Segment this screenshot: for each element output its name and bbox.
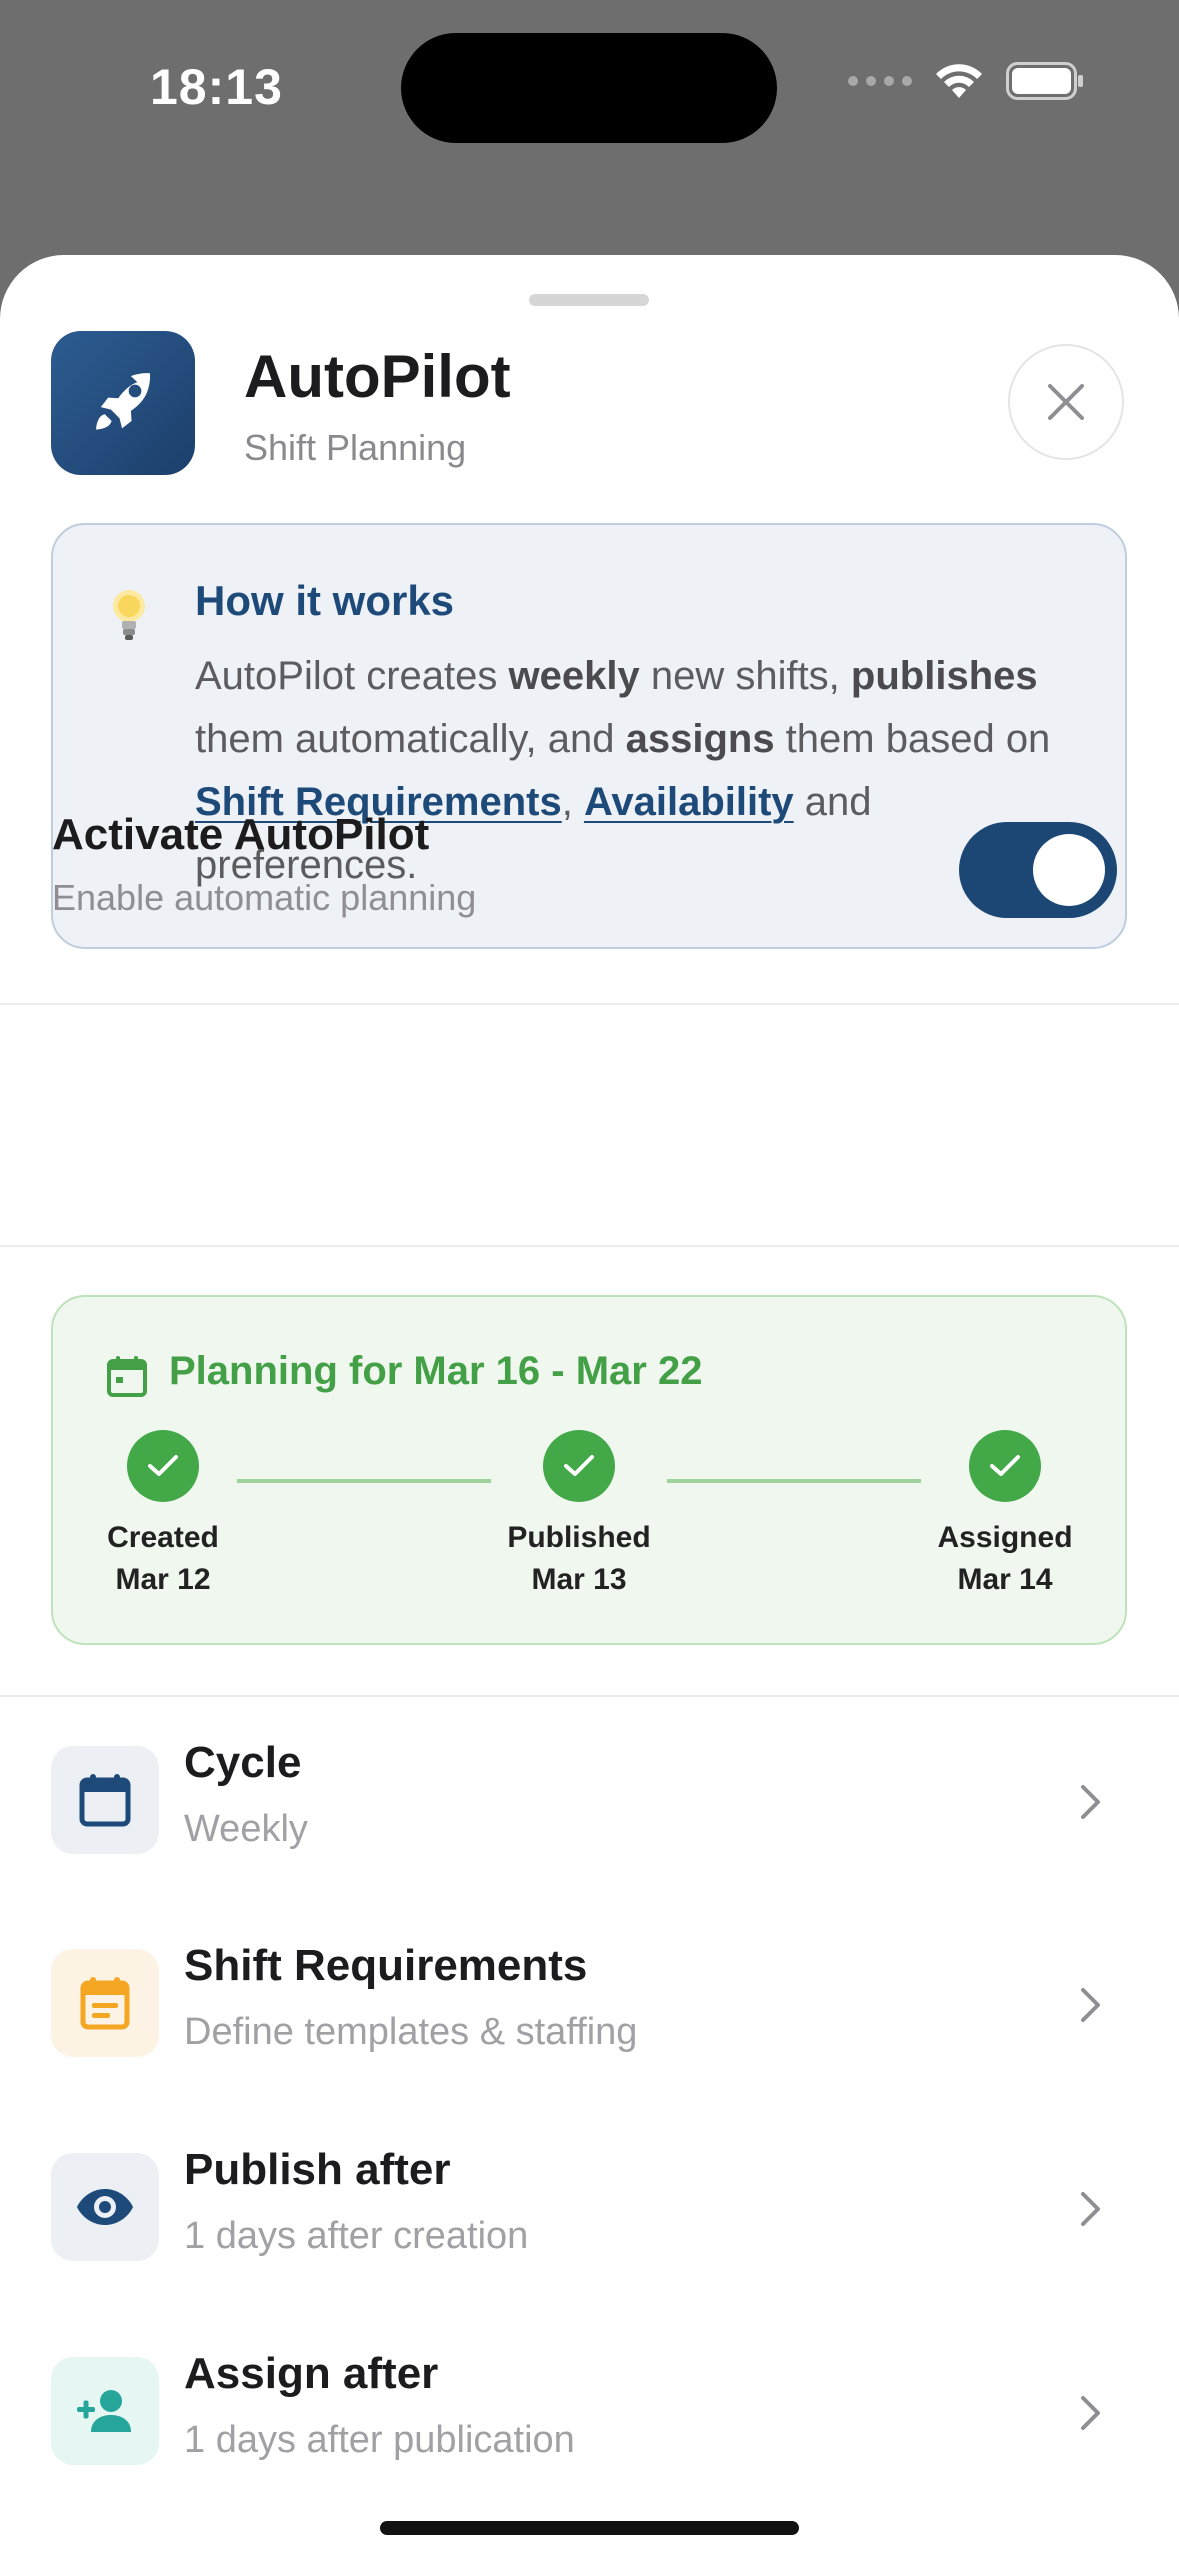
chevron-right-icon xyxy=(1081,2192,1100,2226)
cycle-icon-tile xyxy=(51,1746,159,1854)
publish-icon-tile xyxy=(51,2153,159,2261)
info-text-part: , xyxy=(561,780,584,824)
dynamic-island xyxy=(401,33,777,143)
settings-row-shift-requirements[interactable]: Shift Requirements Define templates & st… xyxy=(0,1941,1179,2149)
availability-link[interactable]: Availability xyxy=(584,780,794,824)
check-icon xyxy=(564,1455,594,1476)
activate-title: Activate AutoPilot xyxy=(52,810,430,859)
row-title: Shift Requirements xyxy=(184,1941,588,1990)
eye-icon xyxy=(77,2189,133,2225)
divider xyxy=(0,1003,1179,1005)
chevron-right-icon xyxy=(1081,2396,1100,2430)
app-icon xyxy=(51,331,195,475)
planning-title: Planning for Mar 16 - Mar 22 xyxy=(169,1349,703,1393)
person-add-icon xyxy=(77,2390,131,2432)
step-assigned: Assigned Mar 14 xyxy=(905,1517,1105,1601)
row-subtitle: Weekly xyxy=(184,1808,308,1850)
info-bold-assigns: assigns xyxy=(625,717,775,761)
battery-icon xyxy=(1006,62,1083,100)
divider xyxy=(0,1695,1179,1697)
step-label: Published xyxy=(507,1521,651,1554)
step-date: Mar 12 xyxy=(115,1563,211,1596)
sheet-title: AutoPilot xyxy=(244,343,511,410)
calendar-small-icon xyxy=(107,1356,147,1397)
step-date: Mar 14 xyxy=(957,1563,1053,1596)
check-icon xyxy=(990,1455,1020,1476)
row-subtitle: Define templates & staffing xyxy=(184,2011,638,2053)
close-icon xyxy=(1048,384,1084,420)
step-connector xyxy=(237,1479,491,1483)
activate-toggle[interactable] xyxy=(959,822,1117,918)
info-text-part: them based on xyxy=(774,717,1051,761)
step-published-check xyxy=(543,1430,615,1502)
info-title: How it works xyxy=(195,577,455,624)
settings-row-publish-after[interactable]: Publish after 1 days after creation xyxy=(0,2145,1179,2353)
step-date: Mar 13 xyxy=(531,1563,627,1596)
row-title: Assign after xyxy=(184,2349,439,2398)
info-bold-weekly: weekly xyxy=(508,654,640,698)
toggle-knob xyxy=(1033,834,1105,906)
settings-row-cycle[interactable]: Cycle Weekly xyxy=(0,1738,1179,1946)
sheet-subtitle: Shift Planning xyxy=(244,427,467,468)
step-created: Created Mar 12 xyxy=(63,1517,263,1601)
step-label: Created xyxy=(107,1521,219,1554)
sheet-grabber[interactable] xyxy=(529,294,649,306)
chevron-right-icon xyxy=(1081,1785,1100,1819)
row-title: Cycle xyxy=(184,1738,302,1787)
row-subtitle: 1 days after creation xyxy=(184,2215,529,2257)
divider xyxy=(0,1245,1179,1247)
lightbulb-icon xyxy=(113,590,145,640)
step-label: Assigned xyxy=(937,1521,1073,1554)
status-icons xyxy=(848,62,1084,100)
home-indicator[interactable] xyxy=(380,2521,799,2535)
status-time: 18:13 xyxy=(150,59,283,115)
wifi-icon xyxy=(936,64,982,98)
assign-icon-tile xyxy=(51,2357,159,2465)
calendar-icon xyxy=(79,1774,131,1827)
chevron-right-icon xyxy=(1081,1988,1100,2022)
close-button[interactable] xyxy=(1008,344,1124,460)
requirements-icon-tile xyxy=(51,1949,159,2057)
info-text-part: them automatically, and xyxy=(195,717,626,761)
check-icon xyxy=(148,1455,178,1476)
rocket-icon xyxy=(96,373,151,430)
autopilot-sheet: AutoPilot Shift Planning How it works Au… xyxy=(0,255,1179,2556)
step-connector xyxy=(667,1479,921,1483)
calendar-list-icon xyxy=(80,1977,130,2030)
step-created-check xyxy=(127,1430,199,1502)
cellular-icon xyxy=(848,76,912,86)
info-text-part: new shifts, xyxy=(639,654,851,698)
activate-subtitle: Enable automatic planning xyxy=(52,877,477,918)
info-bold-publishes: publishes xyxy=(850,654,1038,698)
row-subtitle: 1 days after publication xyxy=(184,2419,575,2461)
step-assigned-check xyxy=(969,1430,1041,1502)
step-published: Published Mar 13 xyxy=(479,1517,679,1601)
info-text-part: AutoPilot creates xyxy=(195,654,509,698)
row-title: Publish after xyxy=(184,2145,451,2194)
